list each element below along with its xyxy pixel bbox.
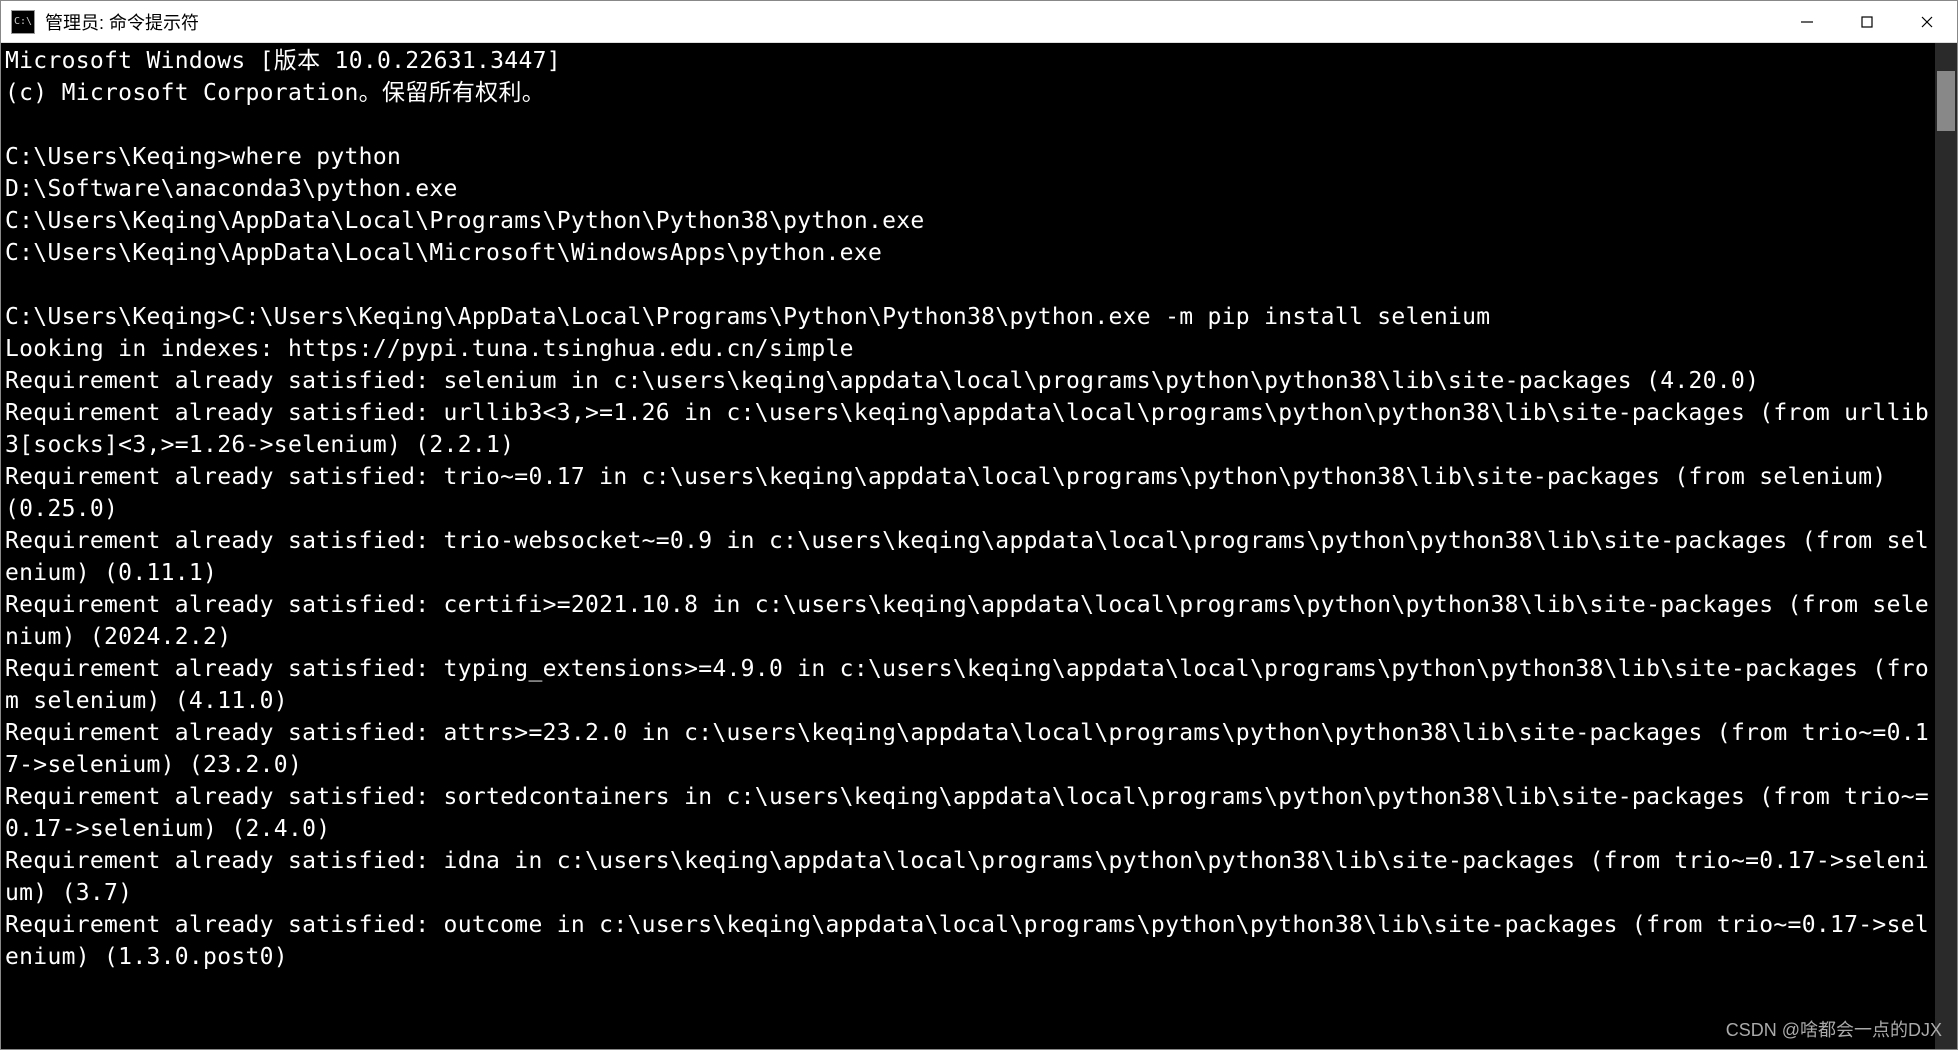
scrollbar-thumb[interactable]: [1937, 71, 1955, 131]
window-title: 管理员: 命令提示符: [45, 9, 1777, 35]
close-button[interactable]: [1897, 1, 1957, 42]
window-controls: [1777, 1, 1957, 42]
terminal-wrapper: Microsoft Windows [版本 10.0.22631.3447] (…: [1, 43, 1957, 1049]
command-prompt-window: C:\ 管理员: 命令提示符 Microsoft Windows [版本 10.…: [0, 0, 1958, 1050]
minimize-icon: [1800, 15, 1814, 29]
minimize-button[interactable]: [1777, 1, 1837, 42]
watermark: CSDN @啥都会一点的DJX: [1726, 1016, 1942, 1042]
maximize-button[interactable]: [1837, 1, 1897, 42]
titlebar[interactable]: C:\ 管理员: 命令提示符: [1, 1, 1957, 43]
maximize-icon: [1860, 15, 1874, 29]
close-icon: [1920, 15, 1934, 29]
app-icon: C:\: [11, 10, 35, 34]
terminal-output[interactable]: Microsoft Windows [版本 10.0.22631.3447] (…: [1, 43, 1935, 1049]
scrollbar[interactable]: [1935, 43, 1957, 1049]
